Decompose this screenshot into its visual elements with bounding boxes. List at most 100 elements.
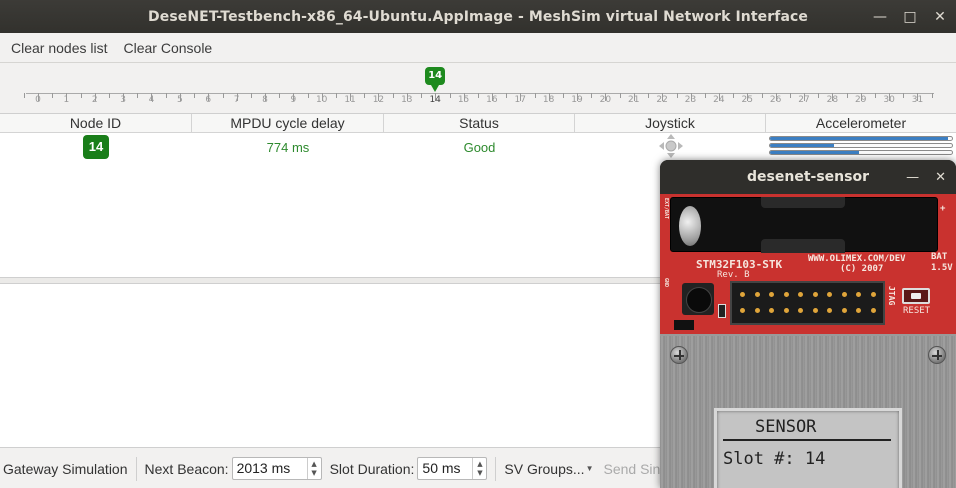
timeline-slot-label: 2 — [91, 95, 98, 105]
col-node-id[interactable]: Node ID — [0, 114, 192, 132]
timeline-slot-label: 4 — [148, 95, 155, 105]
accel-z-fill — [770, 151, 860, 154]
timeline-tick — [194, 93, 196, 98]
col-mpdu-delay[interactable]: MPDU cycle delay — [192, 114, 384, 132]
battery-cell-icon — [679, 206, 701, 246]
accel-y-bar — [769, 143, 953, 148]
active-slot-marker[interactable]: 14 — [425, 67, 446, 85]
timeline-slot-label: 3 — [120, 95, 126, 105]
lcd-display: SENSOR Slot #: 14 — [714, 408, 902, 488]
timeline-tick — [931, 93, 933, 98]
jtag-pin — [754, 292, 760, 297]
timeline-tick — [364, 93, 366, 98]
accel-x-bar — [769, 136, 953, 141]
lcd-divider — [723, 439, 891, 441]
jtag-pin — [740, 308, 745, 313]
jtag-pin — [870, 292, 876, 297]
timeline-tick — [733, 93, 735, 98]
jtag-pin — [783, 292, 789, 297]
toolbar-separator — [495, 456, 497, 481]
next-beacon-spinbox[interactable]: 2013 ms ▲ ▼ — [231, 457, 322, 480]
sv-groups-button[interactable]: SV Groups... — [504, 461, 584, 477]
timeline-tick — [534, 93, 536, 98]
window-titlebar[interactable]: DeseNET-Testbench-x86_64-Ubuntu.AppImage… — [0, 0, 956, 33]
jtag-pin — [754, 308, 760, 313]
jtag-pin — [769, 292, 774, 297]
minimize-icon[interactable]: — — [872, 9, 888, 25]
timeline-slot-label: 14 — [429, 95, 441, 105]
menu-bar: Clear nodes list Clear Console — [0, 33, 956, 63]
jtag-pin — [856, 308, 861, 313]
jtag-pin — [870, 308, 876, 313]
timeline-tick — [648, 93, 650, 98]
timeline-slot-label: 20 — [599, 95, 612, 105]
sensor-window-controls: — ✕ — [906, 160, 946, 194]
maximize-icon[interactable]: □ — [902, 9, 918, 25]
sensor-panel: SENSOR Slot #: 14 — [660, 334, 956, 488]
jtag-connector — [730, 281, 885, 325]
slot-timeline: 0 1 2 3 4 5 6 7 8 9 10 11 12 13 14 14 15 16 17 18 19 20 21 22 23… — [0, 63, 956, 113]
sensor-window-title: desenet-sensor — [747, 169, 869, 185]
timeline-slot-label: 21 — [628, 95, 640, 105]
window-title: DeseNET-Testbench-x86_64-Ubuntu.AppImage… — [148, 8, 808, 25]
smd-component — [718, 304, 726, 318]
next-beacon-value[interactable]: 2013 ms — [233, 458, 307, 479]
close-icon[interactable]: ✕ — [932, 9, 948, 25]
menu-clear-nodes[interactable]: Clear nodes list — [3, 40, 116, 56]
board-reset-label: RESET — [903, 306, 931, 316]
jtag-pin — [783, 308, 789, 313]
slot-duration-value[interactable]: 50 ms — [418, 458, 472, 479]
timeline-tick — [449, 93, 451, 98]
board-url-label: WWW.OLIMEX.COM/DEV — [808, 254, 906, 264]
jtag-pin — [827, 308, 832, 313]
board-gnd-label: GND — [663, 278, 669, 288]
dropdown-arrow-icon[interactable]: ▼ — [586, 464, 594, 473]
jtag-pin — [841, 292, 847, 297]
timeline-slot-label: 31 — [911, 95, 924, 105]
timeline-tick — [137, 93, 139, 98]
timeline-tick — [109, 93, 111, 98]
timeline-tick — [761, 93, 763, 98]
slot-duration-spinbox[interactable]: 50 ms ▲ ▼ — [417, 457, 488, 480]
timeline-slot-label: 13 — [401, 95, 413, 105]
buzzer-icon — [682, 283, 714, 315]
timeline-tick — [421, 93, 423, 98]
sensor-window[interactable]: desenet-sensor — ✕ + EXT/BAT GND STM32F1… — [660, 160, 956, 488]
lcd-slot-line: Slot #: 14 — [723, 449, 826, 469]
timeline-slot-label: 5 — [176, 95, 183, 105]
timeline-slot-label: 11 — [344, 95, 356, 105]
jtag-pin — [812, 308, 818, 313]
col-status[interactable]: Status — [384, 114, 575, 132]
board-bat-label: BAT — [931, 252, 948, 262]
timeline-tick — [52, 93, 54, 98]
jtag-pin — [740, 292, 745, 297]
timeline-slot-label: 19 — [571, 95, 583, 105]
smd-component — [674, 320, 694, 330]
timeline-tick — [591, 93, 593, 98]
minimize-icon[interactable]: — — [906, 170, 919, 185]
col-accelerometer[interactable]: Accelerometer — [766, 114, 956, 132]
timeline-tick — [846, 93, 848, 98]
battery-holder — [670, 197, 938, 253]
spin-arrows-icon[interactable]: ▲ ▼ — [306, 458, 321, 479]
timeline-slot-label: 25 — [741, 95, 753, 105]
timeline-slot-label: 30 — [883, 95, 895, 105]
timeline-tick — [336, 93, 338, 98]
holder-clip — [761, 239, 845, 253]
timeline-tick — [818, 93, 820, 98]
spin-arrows-icon[interactable]: ▲ ▼ — [472, 458, 486, 479]
reset-button[interactable] — [902, 288, 930, 304]
cell-status: Good — [463, 139, 496, 155]
timeline-slot-label: 10 — [315, 95, 328, 105]
timeline-slot-label: 24 — [713, 95, 725, 105]
col-joystick[interactable]: Joystick — [575, 114, 766, 132]
menu-clear-console[interactable]: Clear Console — [116, 40, 221, 56]
board-jtag-label: JTAG — [887, 286, 896, 306]
timeline-tick — [875, 93, 877, 98]
cell-node-id: 14 — [0, 135, 192, 159]
timeline-tick — [619, 93, 621, 98]
timeline-tick — [477, 93, 479, 98]
jtag-pin — [798, 292, 803, 297]
timeline-slot-label: 1 — [63, 95, 70, 105]
close-icon[interactable]: ✕ — [935, 170, 946, 185]
